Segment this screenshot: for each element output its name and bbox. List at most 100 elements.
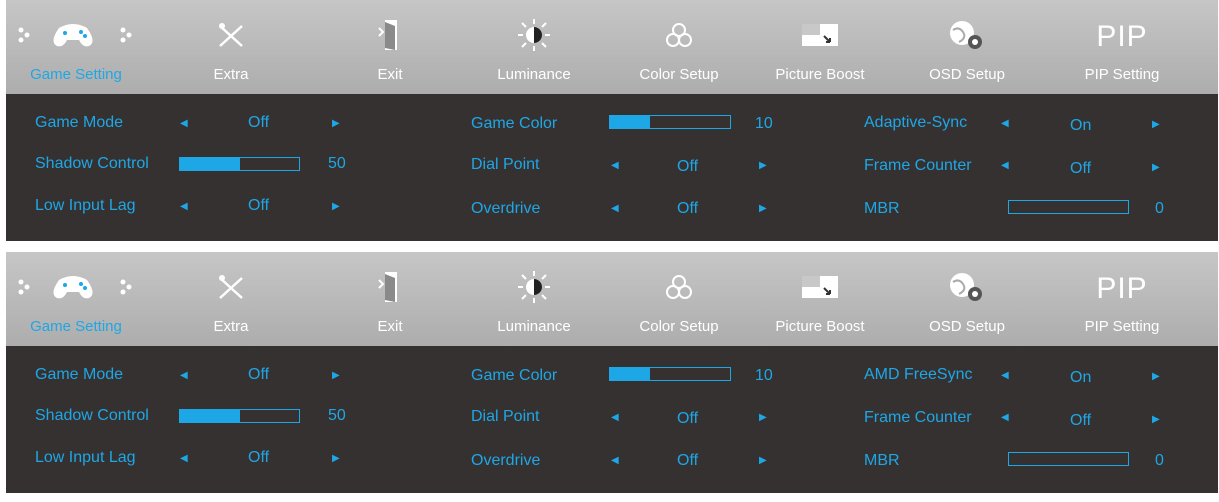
low-input-lag-value[interactable]: Off xyxy=(248,197,269,215)
game-mode-left-arrow[interactable]: ◀ xyxy=(180,118,188,129)
dial-point-left-arrow[interactable]: ◀ xyxy=(611,412,619,423)
tab-label: Extra xyxy=(213,66,249,83)
tab-label: Exit xyxy=(377,66,403,83)
tab-pip-setting[interactable]: PIP PIP Setting xyxy=(1052,0,1192,94)
tab-label: Game Setting xyxy=(30,66,122,83)
low-input-lag-right-arrow[interactable]: ▶ xyxy=(332,453,340,464)
overdrive-right-arrow[interactable]: ▶ xyxy=(759,455,767,466)
frame-counter-left-arrow[interactable]: ◀ xyxy=(1001,412,1009,423)
tab-extra[interactable]: Extra xyxy=(161,252,301,346)
frame-counter-value[interactable]: Off xyxy=(1070,160,1091,178)
sync-right-arrow[interactable]: ▶ xyxy=(1152,371,1160,382)
game-color-slider[interactable] xyxy=(609,367,731,381)
settings-panel: Game Mode ◀ Off ▶ Shadow Control 50 Low … xyxy=(6,94,1218,241)
dial-point-right-arrow[interactable]: ▶ xyxy=(759,160,767,171)
shadow-control-value: 50 xyxy=(328,155,346,172)
slider-fill xyxy=(180,158,240,170)
tab-color-setup[interactable]: Color Setup xyxy=(609,0,749,94)
overdrive-value[interactable]: Off xyxy=(677,452,698,470)
color-circles-icon xyxy=(666,23,692,47)
dial-point-label: Dial Point xyxy=(471,156,540,173)
sun-icon xyxy=(518,19,550,51)
picture-boost-icon xyxy=(802,276,838,298)
frame-counter-label: Frame Counter xyxy=(864,157,972,174)
game-color-label: Game Color xyxy=(471,367,558,384)
shadow-control-slider[interactable] xyxy=(179,157,300,171)
osd-menu: Game Setting Extra Exit Luminance Color … xyxy=(6,252,1218,493)
frame-counter-right-arrow[interactable]: ▶ xyxy=(1152,162,1160,173)
sync-label: AMD FreeSync xyxy=(864,366,973,383)
tab-luminance[interactable]: Luminance xyxy=(464,0,604,94)
osd-menu: Game Setting Extra Exit Luminance Color … xyxy=(6,0,1218,241)
tab-picture-boost[interactable]: Picture Boost xyxy=(750,0,890,94)
color-circles-icon xyxy=(666,275,692,299)
osd-gear-icon xyxy=(950,21,982,49)
game-mode-right-arrow[interactable]: ▶ xyxy=(332,370,340,381)
slider-fill xyxy=(180,410,240,422)
gamepad-icon xyxy=(18,276,132,299)
tab-label: PIP Setting xyxy=(1084,318,1160,335)
game-mode-value[interactable]: Off xyxy=(248,114,269,132)
game-mode-left-arrow[interactable]: ◀ xyxy=(180,370,188,381)
dial-point-left-arrow[interactable]: ◀ xyxy=(611,160,619,171)
low-input-lag-left-arrow[interactable]: ◀ xyxy=(180,453,188,464)
tab-label: Luminance xyxy=(497,318,571,335)
overdrive-left-arrow[interactable]: ◀ xyxy=(611,455,619,466)
game-mode-label: Game Mode xyxy=(35,114,124,131)
game-color-slider[interactable] xyxy=(609,115,731,129)
frame-counter-value[interactable]: Off xyxy=(1070,412,1091,430)
tools-icon xyxy=(219,275,243,299)
tab-exit[interactable]: Exit xyxy=(320,252,460,346)
mbr-label: MBR xyxy=(864,452,900,469)
low-input-lag-value[interactable]: Off xyxy=(248,449,269,467)
tab-extra[interactable]: Extra xyxy=(161,0,301,94)
mbr-slider[interactable] xyxy=(1008,200,1129,214)
tab-game-setting[interactable]: Game Setting xyxy=(6,252,146,346)
dial-point-value[interactable]: Off xyxy=(677,410,698,428)
tab-label: Game Setting xyxy=(30,318,122,335)
mbr-slider[interactable] xyxy=(1008,452,1129,466)
tab-picture-boost[interactable]: Picture Boost xyxy=(750,252,890,346)
low-input-lag-label: Low Input Lag xyxy=(35,197,136,214)
frame-counter-right-arrow[interactable]: ▶ xyxy=(1152,414,1160,425)
sync-value[interactable]: On xyxy=(1070,369,1091,387)
game-mode-value[interactable]: Off xyxy=(248,366,269,384)
sun-icon xyxy=(518,271,550,303)
game-mode-right-arrow[interactable]: ▶ xyxy=(332,118,340,129)
frame-counter-left-arrow[interactable]: ◀ xyxy=(1001,160,1009,171)
sync-value[interactable]: On xyxy=(1070,117,1091,135)
shadow-control-slider[interactable] xyxy=(179,409,300,423)
sync-left-arrow[interactable]: ◀ xyxy=(1001,370,1009,381)
tab-exit[interactable]: Exit xyxy=(320,0,460,94)
dial-point-value[interactable]: Off xyxy=(677,158,698,176)
tab-pip-setting[interactable]: PIP PIP Setting xyxy=(1052,252,1192,346)
tab-label: Exit xyxy=(377,318,403,335)
slider-fill xyxy=(610,368,650,380)
osd-gear-icon xyxy=(950,273,982,301)
picture-boost-icon xyxy=(802,24,838,46)
dial-point-right-arrow[interactable]: ▶ xyxy=(759,412,767,423)
overdrive-left-arrow[interactable]: ◀ xyxy=(611,203,619,214)
tab-osd-setup[interactable]: OSD Setup xyxy=(897,252,1037,346)
frame-counter-label: Frame Counter xyxy=(864,409,972,426)
tab-label: Color Setup xyxy=(639,318,719,335)
tab-label: Picture Boost xyxy=(775,318,865,335)
game-mode-label: Game Mode xyxy=(35,366,124,383)
overdrive-value[interactable]: Off xyxy=(677,200,698,218)
tab-game-setting[interactable]: Game Setting xyxy=(6,0,146,94)
tab-color-setup[interactable]: Color Setup xyxy=(609,252,749,346)
sync-left-arrow[interactable]: ◀ xyxy=(1001,118,1009,129)
pip-icon: PIP xyxy=(1096,272,1148,305)
overdrive-right-arrow[interactable]: ▶ xyxy=(759,203,767,214)
game-color-value: 10 xyxy=(755,115,773,132)
sync-label: Adaptive-Sync xyxy=(864,114,968,131)
low-input-lag-left-arrow[interactable]: ◀ xyxy=(180,201,188,212)
tab-osd-setup[interactable]: OSD Setup xyxy=(897,0,1037,94)
tab-label: Picture Boost xyxy=(775,66,865,83)
sync-right-arrow[interactable]: ▶ xyxy=(1152,119,1160,130)
low-input-lag-right-arrow[interactable]: ▶ xyxy=(332,201,340,212)
tab-luminance[interactable]: Luminance xyxy=(464,252,604,346)
dial-point-label: Dial Point xyxy=(471,408,540,425)
settings-panel: Game Mode ◀ Off ▶ Shadow Control 50 Low … xyxy=(6,346,1218,493)
low-input-lag-label: Low Input Lag xyxy=(35,449,136,466)
